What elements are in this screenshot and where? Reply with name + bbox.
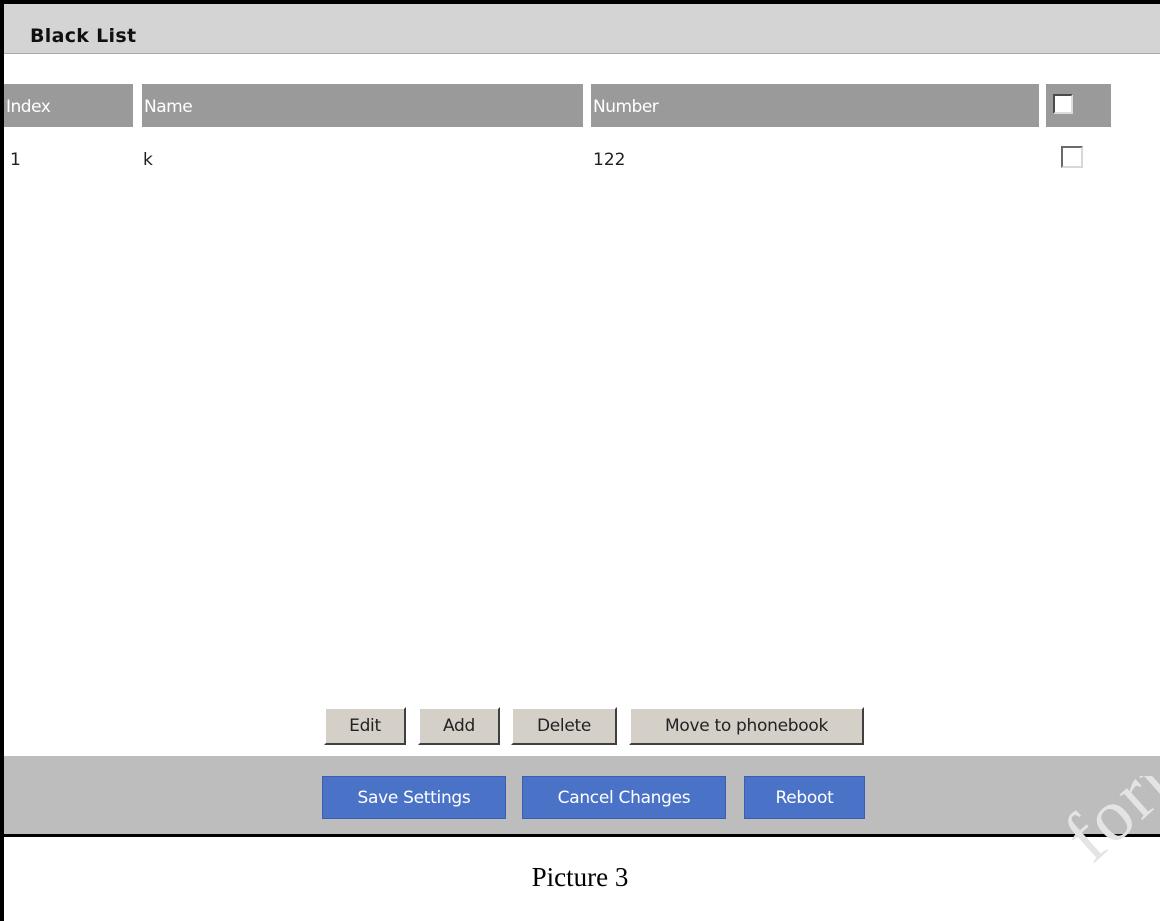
delete-button[interactable]: Delete — [511, 707, 617, 745]
cancel-changes-button[interactable]: Cancel Changes — [522, 776, 726, 819]
row-1-name: k — [143, 150, 153, 170]
separator-line — [4, 834, 1160, 837]
panel-title: Black List — [30, 25, 137, 47]
column-header-index: Index — [4, 84, 133, 127]
select-all-checkbox[interactable] — [1053, 94, 1073, 114]
watermark-text: forn — [1048, 776, 1160, 878]
figure-caption: Picture 3 — [531, 862, 629, 892]
panel-title-bar: Black List — [4, 4, 1160, 54]
add-button[interactable]: Add — [418, 707, 500, 745]
column-header-name: Name — [142, 84, 583, 127]
column-header-number: Number — [591, 84, 1039, 127]
move-to-phonebook-button[interactable]: Move to phonebook — [629, 707, 864, 745]
reboot-button[interactable]: Reboot — [744, 776, 865, 819]
watermark: forn — [1020, 776, 1160, 921]
save-settings-button[interactable]: Save Settings — [322, 776, 506, 819]
row-1-number: 122 — [593, 150, 626, 170]
edit-button[interactable]: Edit — [324, 707, 406, 745]
row-1-index: 1 — [10, 150, 21, 170]
row-1-checkbox[interactable] — [1061, 146, 1083, 168]
